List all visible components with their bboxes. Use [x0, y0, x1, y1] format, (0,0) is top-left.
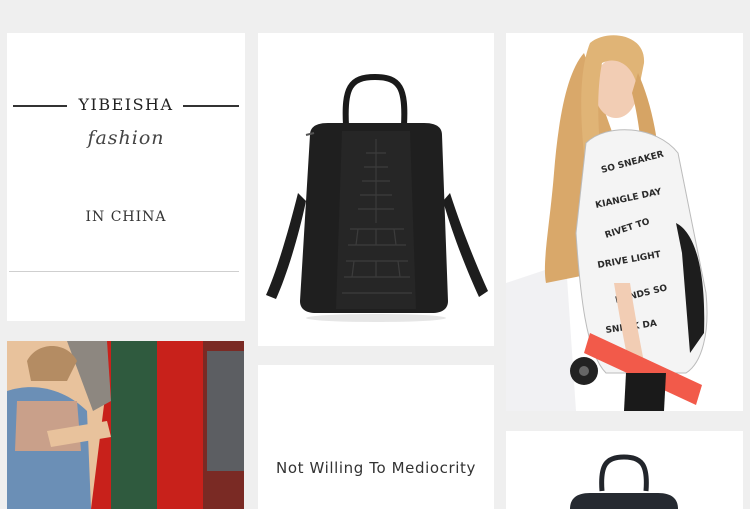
slogan-card: Not Willing To Mediocrity	[258, 365, 494, 509]
model-photo: SO SNEAKER KIANGLE DAY RIVET TO DRIVE LI…	[506, 33, 743, 411]
brand-card: YIBEISHA fashion IN CHINA	[7, 33, 245, 321]
brand-origin: IN CHINA	[85, 209, 167, 225]
brand-rule-right	[183, 105, 239, 107]
backpack-photo-2	[506, 431, 743, 509]
brand-tagline: fashion	[87, 127, 165, 149]
slogan-text: Not Willing To Mediocrity	[276, 459, 476, 477]
brand-heading: YIBEISHA	[11, 95, 241, 115]
backpack-photo	[258, 33, 494, 346]
brand-divider	[9, 271, 239, 272]
street-photo	[7, 341, 244, 509]
